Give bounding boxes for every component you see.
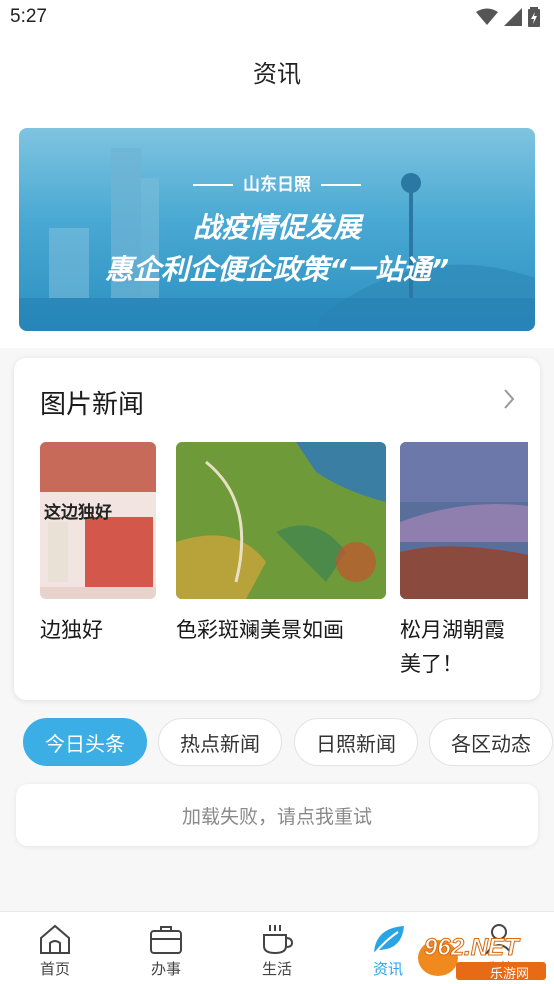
coffee-cup-icon [263,925,294,955]
title-bar: 资讯 [0,38,554,108]
photo-news-image [176,442,386,599]
nav-label: 生活 [261,960,292,978]
photo-news-card: 图片新闻 这边独好 边独好 色彩斑斓美景如画 松月湖朝霞美了！ [14,358,540,700]
home-icon [40,924,70,954]
banner-headline: 战疫情促发展 [192,211,361,244]
wifi-icon [476,8,498,25]
photo-news-image [400,442,528,599]
battery-icon [528,7,540,27]
photo-news-item[interactable]: 松月湖朝霞美了！ [400,442,528,681]
photo-news-caption: 边独好 [40,618,103,642]
briefcase-icon [150,926,182,954]
chevron-right-icon[interactable] [502,388,516,410]
watermark-logo: 962.NET 乐游网 [416,932,552,982]
status-bar: 5:27 [0,0,554,38]
error-message: 加载失败，请点我重试 [181,805,372,828]
photo-news-item[interactable]: 色彩斑斓美景如画 [176,442,386,647]
nav-item-services[interactable]: 办事 [111,912,221,984]
status-time: 5:27 [10,6,47,27]
status-icons [476,7,540,27]
nav-item-life[interactable]: 生活 [222,912,332,984]
tab-today-headlines[interactable]: 今日头条 [23,718,147,766]
promo-banner[interactable]: 山东日照 战疫情促发展 惠企利企便企政策“一站通” [19,128,535,331]
page-title: 资讯 [253,60,301,88]
photo-news-caption: 松月湖朝霞美了！ [400,618,505,676]
watermark-subtext: 乐游网 [490,967,530,982]
photo-news-item[interactable]: 这边独好 边独好 [40,442,156,647]
retry-button[interactable]: 加载失败，请点我重试 [16,784,538,846]
leaf-icon [374,926,404,953]
signal-icon [504,8,522,26]
nav-label: 办事 [150,960,181,978]
banner-brand: 山东日照 [19,170,535,195]
photo-news-caption: 色彩斑斓美景如画 [176,618,344,642]
photo-news-title: 图片新闻 [40,390,145,420]
category-tabs: 今日头条 热点新闻 日照新闻 各区动态 [0,718,554,768]
photo-news-list: 这边独好 边独好 色彩斑斓美景如画 松月湖朝霞美了！ [40,442,528,682]
tab-hot-news[interactable]: 热点新闻 [158,718,282,766]
photo-news-image: 这边独好 [40,442,156,599]
tab-district-updates[interactable]: 各区动态 [429,718,553,766]
photo-news-image-text: 这边独好 [44,503,112,523]
nav-label: 首页 [39,960,70,978]
tab-rizhao-news[interactable]: 日照新闻 [294,718,418,766]
banner-subheadline: 惠企利企便企政策“一站通” [104,253,450,286]
watermark-text: 962.NET [424,934,520,962]
nav-item-home[interactable]: 首页 [0,912,110,984]
